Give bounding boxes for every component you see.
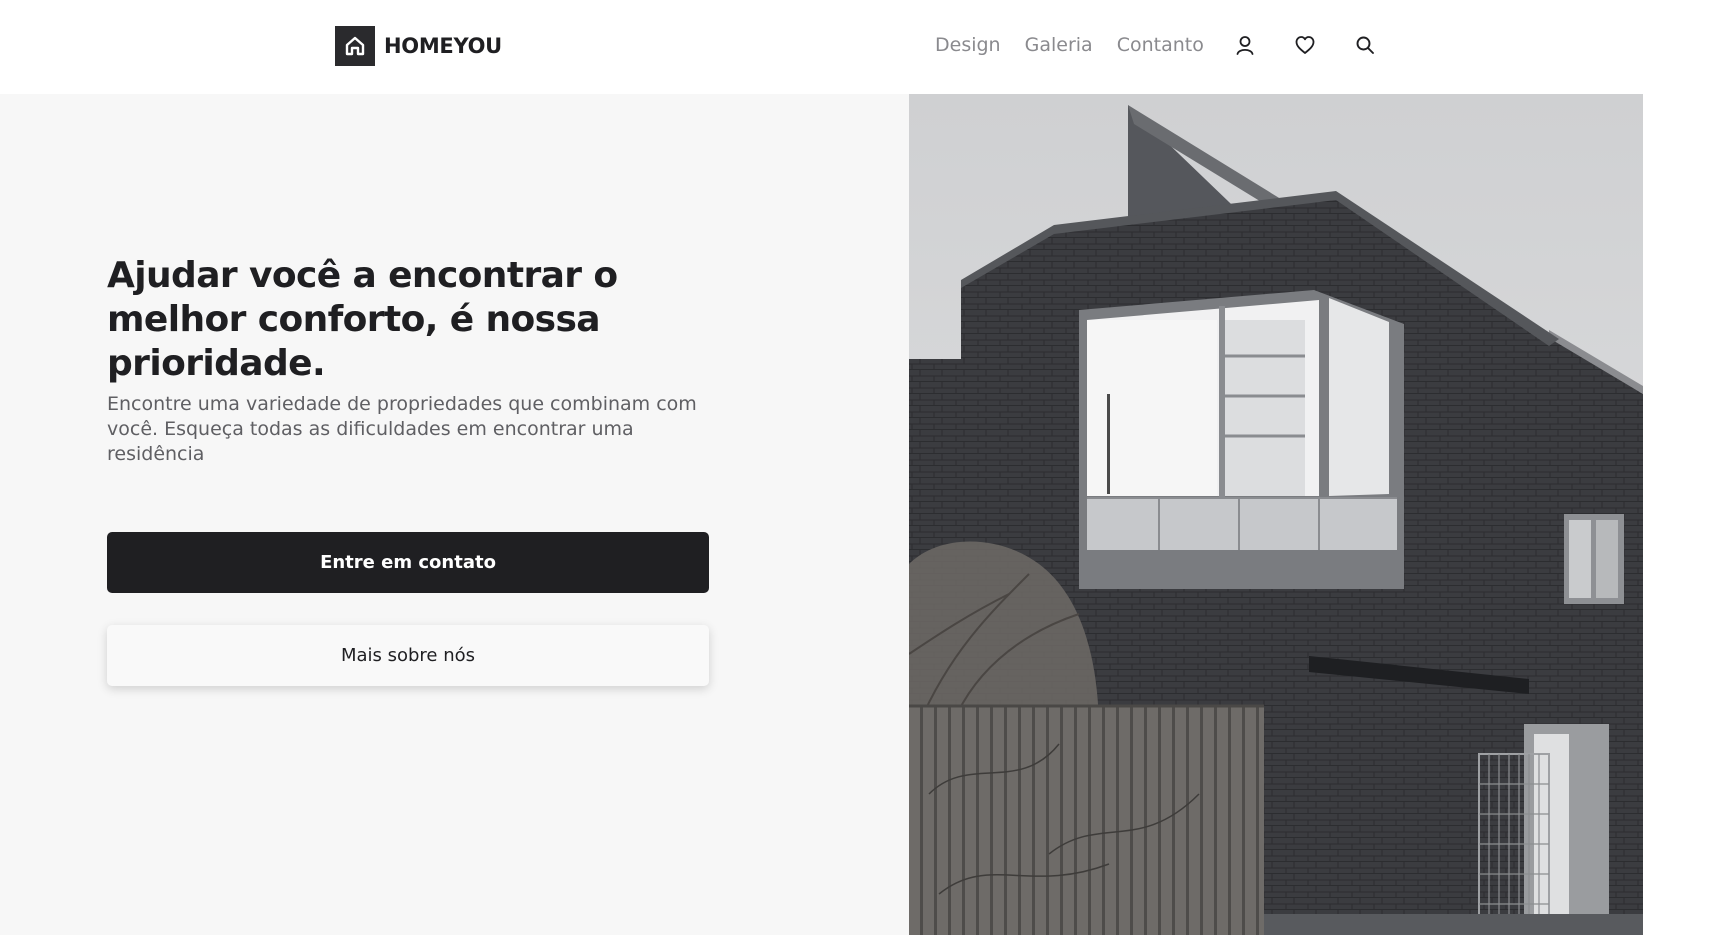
- nav-link-contanto[interactable]: Contanto: [1117, 30, 1204, 60]
- site-header: HOMEYOU Design Galeria Contanto: [0, 0, 1717, 94]
- heart-icon[interactable]: [1293, 33, 1317, 57]
- search-icon[interactable]: [1353, 33, 1377, 57]
- main-nav: Design Galeria Contanto: [935, 30, 1228, 60]
- contact-button[interactable]: Entre em contato: [107, 532, 709, 593]
- brand-logo[interactable]: HOMEYOU: [335, 26, 502, 66]
- hero-headline: Ajudar você a encontrar o melhor confort…: [107, 255, 618, 384]
- user-icon[interactable]: [1233, 33, 1257, 57]
- house-icon: [335, 26, 375, 66]
- brand-name: HOMEYOU: [384, 34, 502, 58]
- nav-link-design[interactable]: Design: [935, 30, 1001, 60]
- house-photo: [909, 94, 1643, 935]
- hero-description: Encontre uma variedade de propriedades q…: [107, 393, 697, 465]
- nav-link-galeria[interactable]: Galeria: [1025, 30, 1093, 60]
- about-us-button[interactable]: Mais sobre nós: [107, 625, 709, 686]
- page-margin: [1643, 94, 1717, 935]
- hero-section: Ajudar você a encontrar o melhor confort…: [0, 94, 909, 935]
